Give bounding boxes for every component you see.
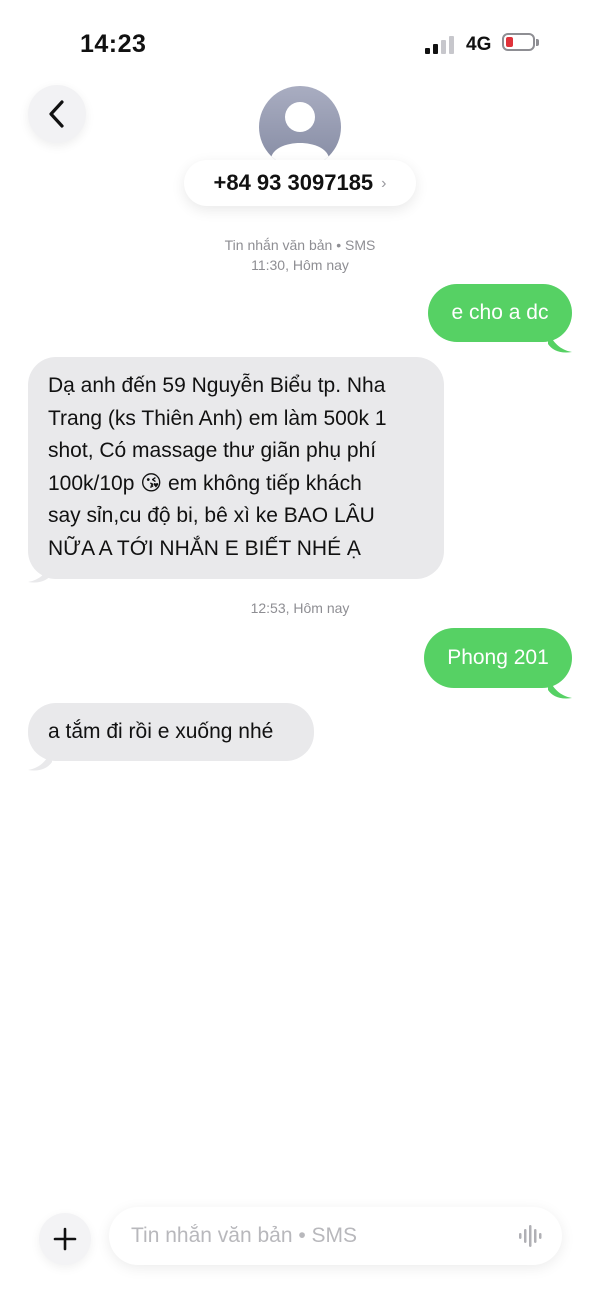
contact-name-button[interactable]: +84 93 3097185 › [184,160,416,206]
contact-number: +84 93 3097185 [213,170,374,195]
cellular-signal-icon [425,34,459,54]
network-type: 4G [466,34,492,55]
timestamp: 12:53, Hôm nay [250,600,350,616]
contact-avatar[interactable] [259,86,341,168]
message-line: 100k/10p 😘 em không tiếp khách [48,471,362,495]
thread-meta: Tin nhắn văn bản • SMS 11:30, Hôm nay [0,235,600,275]
message-bubble-sent[interactable]: Phong 201 [424,628,572,688]
chevron-right-icon: › [381,175,387,192]
add-attachment-button[interactable] [39,1213,91,1265]
waveform-icon[interactable] [517,1224,547,1248]
battery-icon [502,33,539,53]
message-line: Trang (ks Thiên Anh) em làm 500k 1 [48,406,387,430]
back-button[interactable] [28,85,86,143]
message-line: shot, Có massage thư giãn phụ phí [48,439,377,462]
status-time: 14:23 [80,30,147,58]
plus-icon [53,1227,77,1251]
chevron-left-icon [49,100,64,128]
message-line: Dạ anh đến 59 Nguyễn Biểu tp. Nha [48,374,386,397]
message-bubble-received[interactable]: a tắm đi rồi e xuống nhé [28,703,314,761]
message-input[interactable] [109,1207,562,1265]
message-composer [0,1200,600,1280]
message-line: NỮA A TỚI NHẮN E BIẾT NHÉ Ạ [48,536,361,560]
home-indicator [0,1284,600,1304]
message-line: say sỉn,cu độ bi, bê xì ke BAO LÂU [48,504,375,527]
person-silhouette-icon [271,102,329,168]
timestamp: 11:30, Hôm nay [251,257,349,273]
status-bar: 14:23 4G [0,0,600,90]
message-bubble-sent[interactable]: e cho a dc [428,284,572,342]
channel-label: Tin nhắn văn bản • SMS [224,237,376,253]
message-bubble-received[interactable]: Dạ anh đến 59 Nguyễn Biểu tp. Nha Trang … [28,357,444,579]
